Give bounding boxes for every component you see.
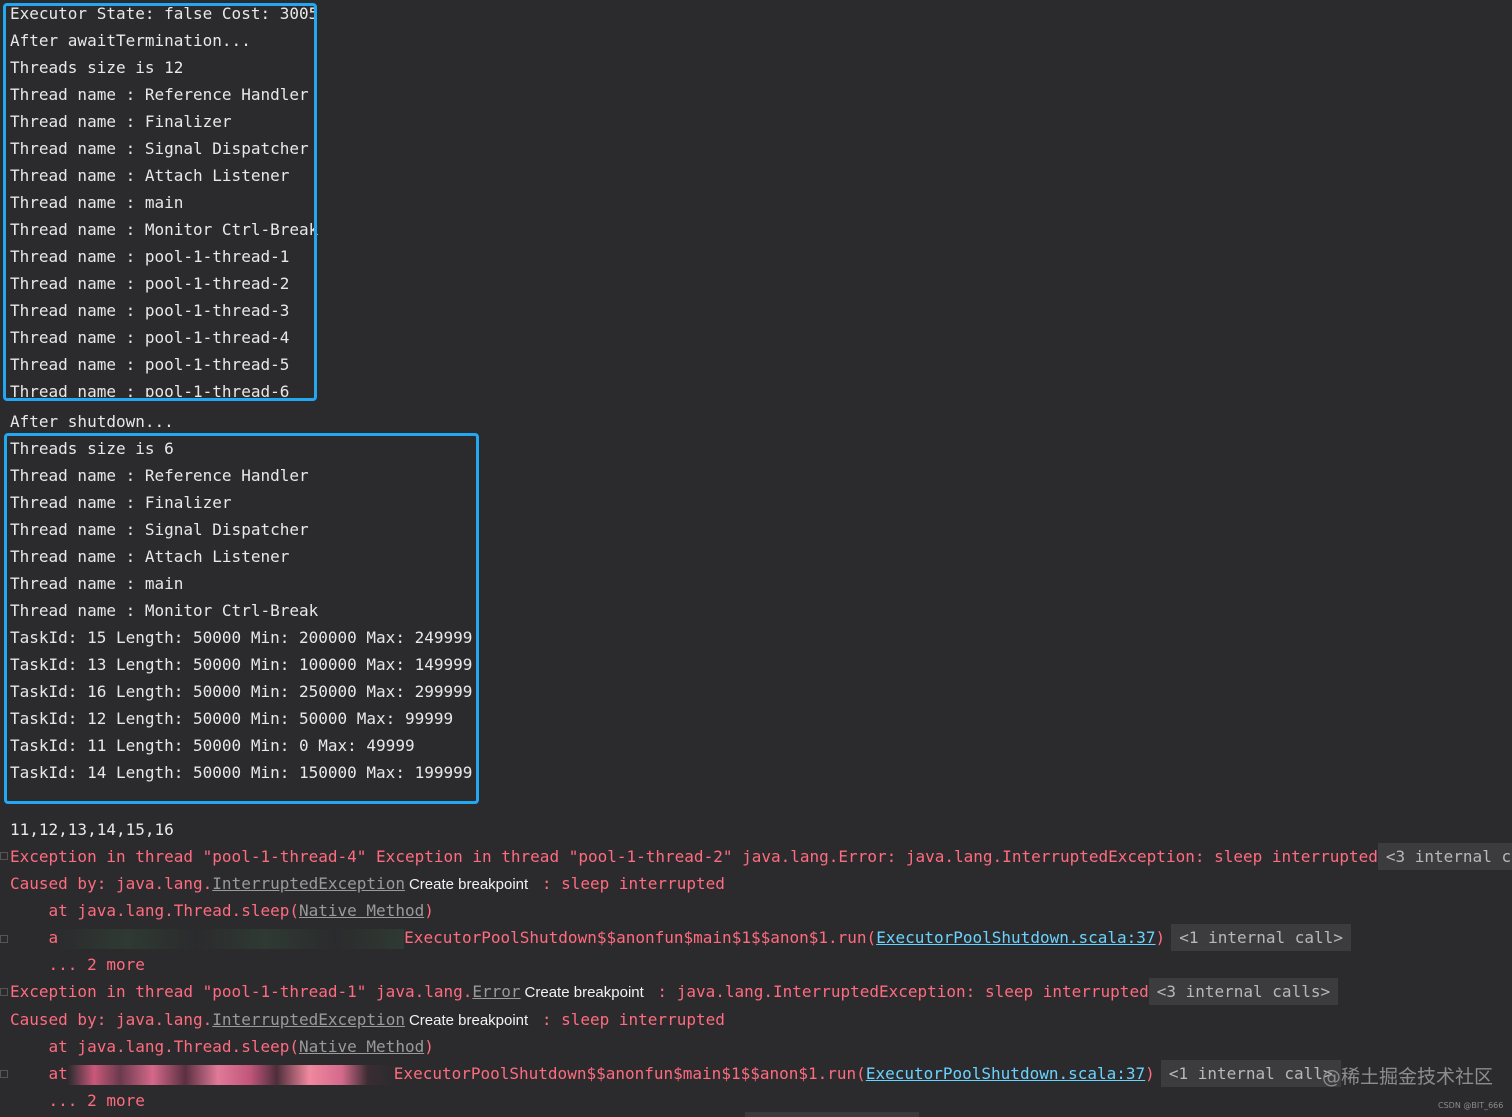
- console-line: Thread name : pool-1-thread-2: [10, 274, 290, 293]
- stack-frame-suffix: ): [424, 901, 434, 920]
- stack-frame-line: at ExecutorPoolShutdown$$anonfun$main$1$$…: [10, 1060, 1341, 1087]
- stack-frame-method: ExecutorPoolShutdown$$anonfun$main$1$$an…: [404, 928, 877, 947]
- exception-class-link[interactable]: InterruptedException: [212, 1010, 405, 1029]
- create-breakpoint-link[interactable]: Create breakpoint: [521, 984, 648, 1001]
- stack-frame-prefix: at java.lang.Thread.sleep(: [10, 1037, 299, 1056]
- console-line: Thread name : pool-1-thread-6: [10, 382, 290, 397]
- console-line: Thread name : Attach Listener: [10, 166, 290, 185]
- console-line: Thread name : Signal Dispatcher: [10, 520, 309, 539]
- console-line: Thread name : Signal Dispatcher: [10, 139, 309, 158]
- stack-frame-prefix: at: [10, 1064, 68, 1083]
- internal-calls-toggle[interactable]: <3 internal calls>: [1148, 978, 1339, 1005]
- internal-calls-toggle[interactable]: <1 internal call>: [1171, 924, 1351, 951]
- console-output[interactable]: Executor State: false Cost: 3005 After a…: [0, 0, 1512, 1117]
- stack-frame-prefix: at java.lang.Thread.sleep(: [10, 901, 299, 920]
- console-line: TaskId: 15 Length: 50000 Min: 200000 Max…: [10, 628, 473, 647]
- watermark: @稀土掘金技术社区: [1322, 1066, 1494, 1088]
- native-method-link[interactable]: Native Method: [299, 1037, 424, 1056]
- exception-line: Exception in thread "pool-1-thread-4" Ex…: [10, 843, 1512, 870]
- console-line: Thread name : Attach Listener: [10, 547, 290, 566]
- console-line: Thread name : Finalizer: [10, 493, 232, 512]
- fold-icon[interactable]: [0, 1070, 8, 1078]
- console-line: TaskId: 16 Length: 50000 Min: 250000 Max…: [10, 682, 473, 701]
- stack-frame-line: a ExecutorPoolShutdown$$anonfun$main$1$$a…: [10, 924, 1351, 951]
- console-line: After awaitTermination...: [10, 31, 251, 50]
- native-method-link[interactable]: Native Method: [299, 901, 424, 920]
- exception-class-link[interactable]: Error: [472, 982, 520, 1001]
- exception-prefix: Exception in thread "pool-1-thread-1" ja…: [10, 982, 473, 1001]
- console-line: Threads size is 6: [10, 439, 174, 458]
- console-line: Thread name : pool-1-thread-5: [10, 355, 290, 374]
- caused-by-line: Caused by: java.lang.InterruptedExceptio…: [10, 1006, 725, 1033]
- console-line: Thread name : Reference Handler: [10, 85, 309, 104]
- console-line: TaskId: 13 Length: 50000 Min: 100000 Max…: [10, 655, 473, 674]
- console-line: Thread name : pool-1-thread-3: [10, 301, 290, 320]
- redacted-region: [58, 928, 405, 949]
- caused-by-prefix: Caused by: java.lang.: [10, 1010, 213, 1029]
- console-line: Thread name : Finalizer: [10, 112, 232, 131]
- internal-calls-toggle[interactable]: <3 internal calls>: [1377, 843, 1512, 870]
- caused-by-line: Caused by: java.lang.InterruptedExceptio…: [10, 870, 725, 897]
- source-link[interactable]: ExecutorPoolShutdown.scala:37: [866, 1064, 1145, 1083]
- exception-suffix: : java.lang.InterruptedException: sleep …: [647, 982, 1149, 1001]
- stack-frame-method: ExecutorPoolShutdown$$anonfun$main$1$$an…: [393, 1064, 866, 1083]
- console-line: Thread name : pool-1-thread-1: [10, 247, 290, 266]
- internal-calls-toggle[interactable]: <1 internal call>: [1160, 1060, 1341, 1087]
- console-line: Threads size is 12: [10, 58, 184, 77]
- caused-by-prefix: Caused by: java.lang.: [10, 874, 213, 893]
- console-line: Thread name : Monitor Ctrl-Break: [10, 601, 319, 620]
- console-line: Thread name : main: [10, 574, 184, 593]
- console-line: Thread name : Reference Handler: [10, 466, 309, 485]
- fold-icon[interactable]: [0, 852, 8, 860]
- more-line: ... 2 more: [10, 1091, 145, 1110]
- create-breakpoint-link[interactable]: Create breakpoint: [405, 1012, 532, 1029]
- redacted-region: [67, 1064, 394, 1085]
- stack-frame-suffix: ): [1145, 1064, 1155, 1083]
- more-line: ... 2 more: [10, 955, 145, 974]
- caused-by-suffix: : sleep interrupted: [532, 1010, 725, 1029]
- console-line: Thread name : Monitor Ctrl-Break: [10, 220, 319, 239]
- console-line: TaskId: 14 Length: 50000 Min: 150000 Max…: [10, 763, 473, 782]
- caused-by-suffix: : sleep interrupted: [532, 874, 725, 893]
- stack-frame-line: at java.lang.Thread.sleep(Native Method): [10, 1033, 434, 1060]
- source-link[interactable]: ExecutorPoolShutdown.scala:37: [876, 928, 1155, 947]
- console-line: After shutdown...: [10, 412, 174, 431]
- console-line: Thread name : main: [10, 193, 184, 212]
- exception-class-link[interactable]: InterruptedException: [212, 874, 405, 893]
- stack-frame-suffix: ): [1155, 928, 1166, 947]
- console-line: Thread name : pool-1-thread-4: [10, 328, 290, 347]
- console-line: TaskId: 12 Length: 50000 Min: 50000 Max:…: [10, 709, 454, 728]
- create-breakpoint-link[interactable]: Create breakpoint: [405, 876, 532, 893]
- console-line: 11,12,13,14,15,16: [10, 820, 174, 839]
- fold-icon[interactable]: [0, 988, 8, 996]
- watermark-small: CSDN @BIT_666: [1438, 1101, 1504, 1110]
- console-line: Executor State: false Cost: 3005: [10, 4, 319, 23]
- horizontal-scrollbar[interactable]: [745, 1112, 919, 1117]
- exception-text: Exception in thread "pool-1-thread-4" Ex…: [10, 847, 1378, 866]
- exception-line: Exception in thread "pool-1-thread-1" ja…: [10, 978, 1339, 1005]
- stack-frame-suffix: ): [424, 1037, 434, 1056]
- stack-frame-prefix: a: [10, 928, 59, 947]
- stack-frame-line: at java.lang.Thread.sleep(Native Method): [10, 897, 434, 924]
- fold-icon[interactable]: [0, 935, 8, 943]
- console-line: TaskId: 11 Length: 50000 Min: 0 Max: 499…: [10, 736, 415, 755]
